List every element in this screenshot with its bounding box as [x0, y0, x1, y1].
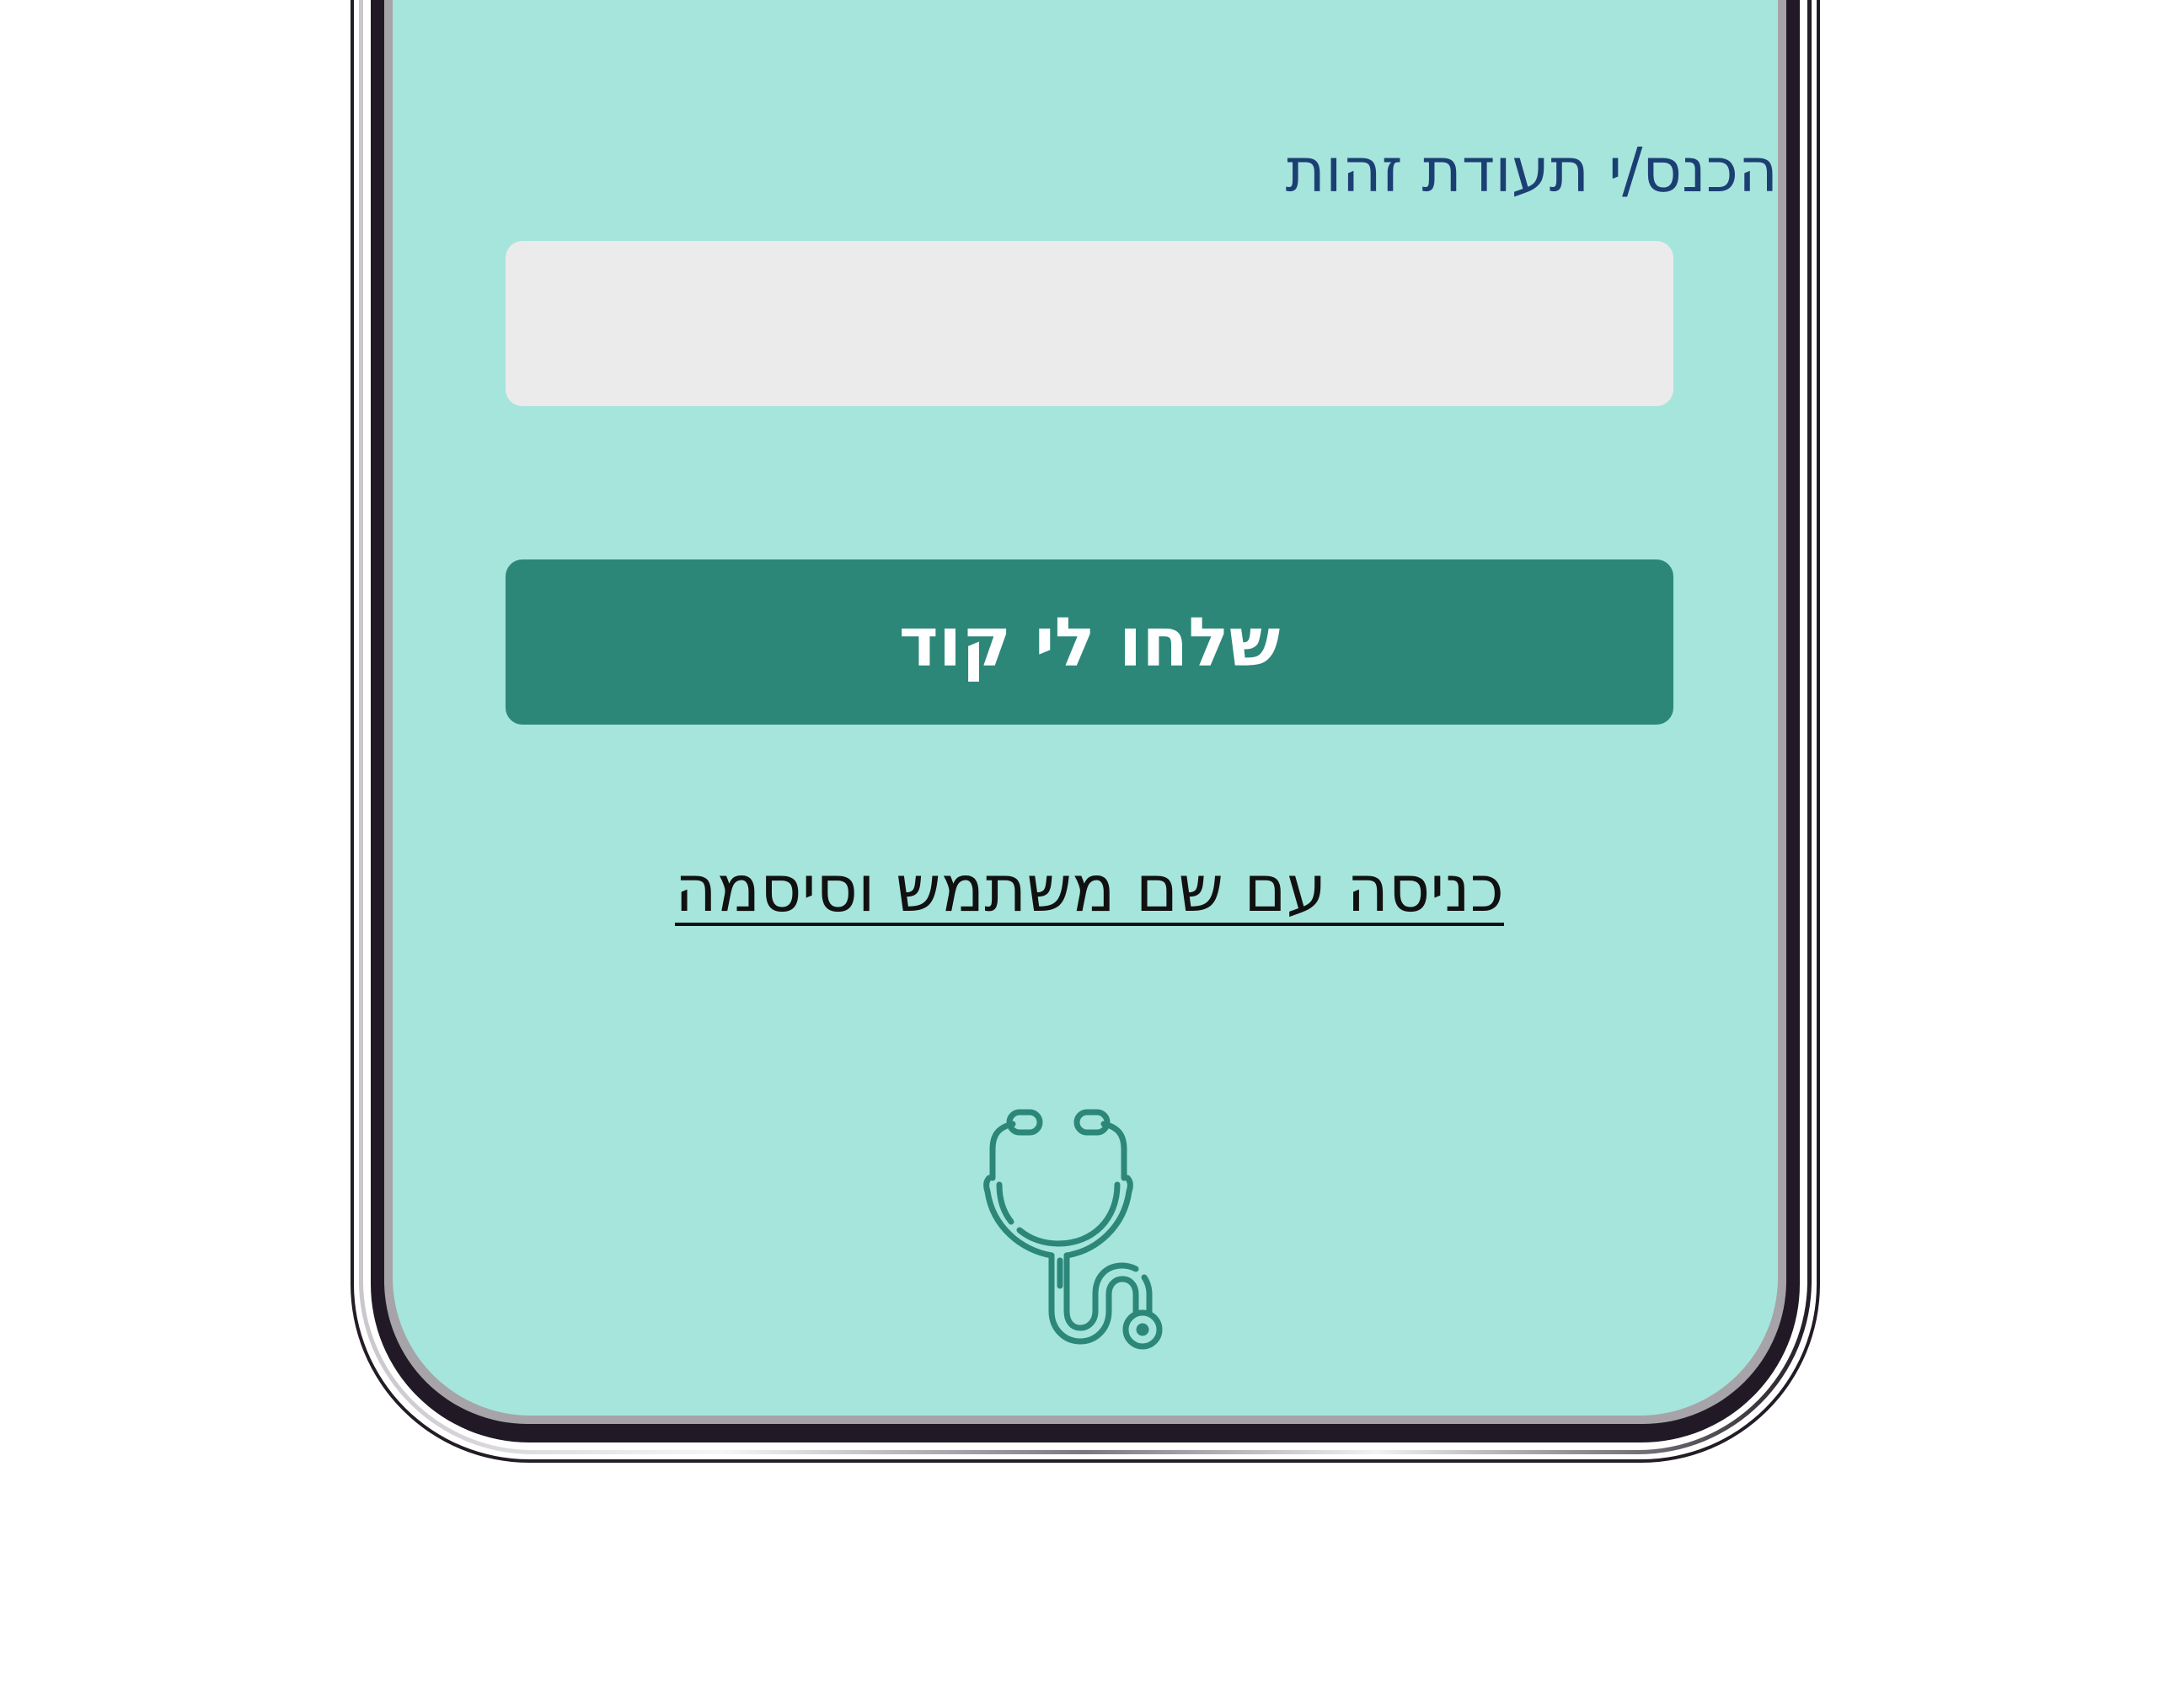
stethoscope-icon	[983, 1109, 1163, 1350]
stethoscope-chestpiece-center	[1136, 1323, 1149, 1336]
id-number-input[interactable]	[506, 241, 1673, 406]
stethoscope-bowl-inner-right	[1016, 1181, 1121, 1247]
phone-screen: הכנס/י תעודת זהות שלחו לי קוד כניסה עם ש…	[393, 0, 1778, 1416]
stethoscope-stem-inner	[1063, 1252, 1139, 1331]
stethoscope-bowl-inner-left	[996, 1181, 1014, 1225]
send-code-button[interactable]: שלחו לי קוד	[506, 559, 1673, 725]
id-number-label: הכנס/י תעודת זהות	[501, 135, 1778, 206]
stethoscope-tube-left	[989, 1121, 1016, 1181]
username-password-login-link[interactable]: כניסה עם שם משתמש וסיסמה	[393, 851, 1778, 926]
id-number-label-text: הכנס/י תעודת זהות	[1285, 135, 1778, 206]
stethoscope-chest-tube	[1141, 1274, 1153, 1316]
app-stage: הכנס/י תעודת זהות שלחו לי קוד כניסה עם ש…	[0, 0, 2184, 1702]
stethoscope-tube-right	[1100, 1121, 1127, 1181]
